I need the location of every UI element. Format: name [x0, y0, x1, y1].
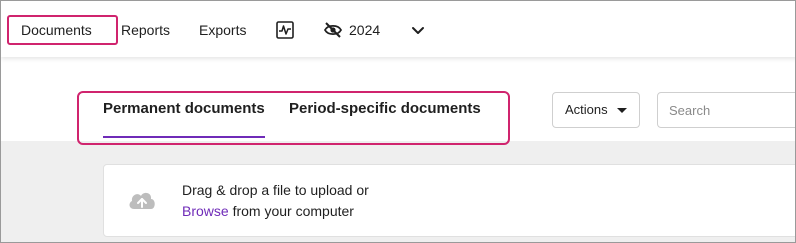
browse-link[interactable]: Browse [182, 203, 229, 219]
search-input[interactable] [657, 92, 795, 128]
year-selector[interactable]: 2024 [349, 15, 380, 45]
upload-dropzone[interactable] [103, 164, 795, 237]
top-nav: Documents Reports Exports 2024 [1, 1, 795, 57]
cloud-upload-icon [126, 187, 158, 213]
activity-icon[interactable] [276, 21, 294, 39]
chevron-down-icon[interactable] [410, 24, 426, 36]
caret-down-icon [617, 108, 627, 113]
upload-instructions: Drag & drop a file to upload or [182, 182, 369, 198]
upload-from-computer-text: from your computer [228, 203, 354, 219]
nav-documents[interactable]: Documents [7, 15, 118, 45]
actions-label: Actions [565, 102, 608, 117]
nav-exports[interactable]: Exports [199, 15, 246, 45]
nav-reports[interactable]: Reports [121, 15, 170, 45]
eye-off-icon[interactable] [323, 21, 343, 39]
active-tab-indicator [103, 136, 265, 138]
actions-button[interactable]: Actions [552, 92, 640, 128]
tab-period-specific-documents[interactable]: Period-specific documents [289, 99, 489, 139]
upload-instructions-secondary: Browse from your computer [182, 203, 354, 219]
app-frame: Documents Reports Exports 2024 Permanent… [0, 0, 796, 243]
tab-permanent-documents[interactable]: Permanent documents [103, 99, 265, 139]
